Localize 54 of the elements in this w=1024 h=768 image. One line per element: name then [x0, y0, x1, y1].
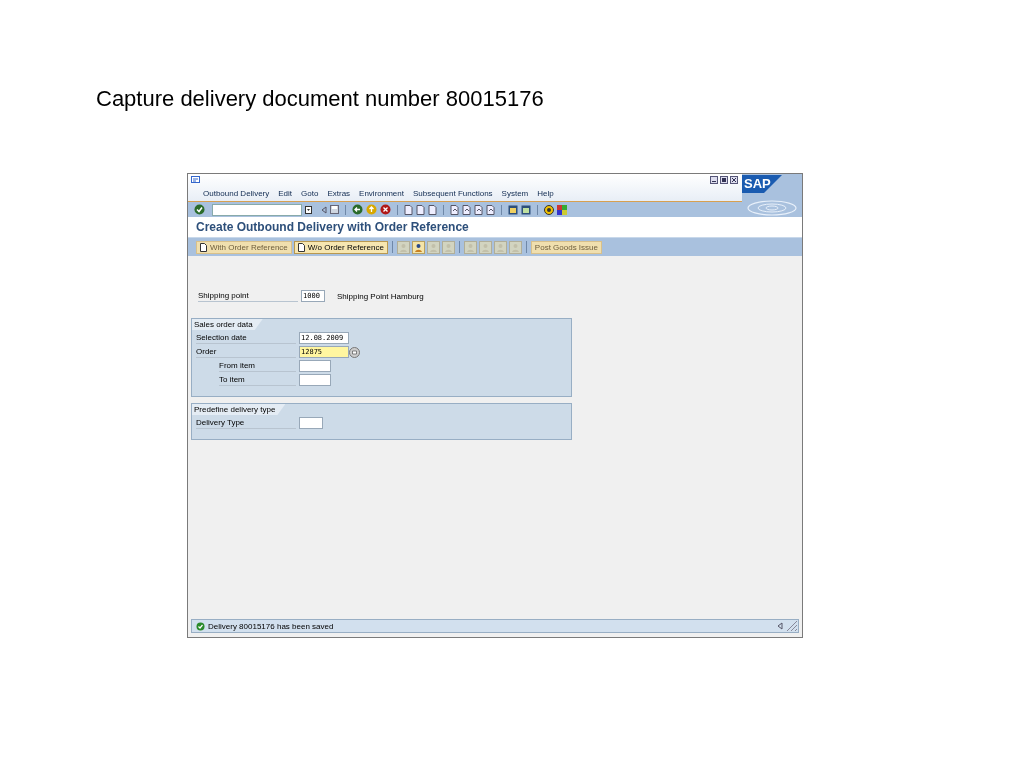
- group-title: Predefine delivery type: [192, 404, 286, 415]
- triangle-left-icon[interactable]: [321, 205, 327, 214]
- input-field[interactable]: [299, 417, 323, 429]
- page-icon[interactable]: [428, 204, 437, 215]
- input-field[interactable]: [299, 374, 331, 386]
- cancel-icon[interactable]: [380, 204, 391, 215]
- menu-item[interactable]: Goto: [301, 189, 319, 198]
- menu-item[interactable]: Extras: [327, 189, 351, 198]
- page-arrow-icon[interactable]: [450, 204, 459, 215]
- maximize-icon[interactable]: [720, 176, 728, 184]
- resize-grip-icon[interactable]: [786, 620, 798, 632]
- field-description: Shipping Point Hamburg: [337, 291, 424, 301]
- command-field[interactable]: [212, 203, 302, 216]
- system-menu-icon[interactable]: [191, 176, 201, 184]
- field-label: Selection date: [196, 332, 296, 344]
- menu-item[interactable]: System: [501, 189, 529, 198]
- field-label: To item: [219, 374, 296, 386]
- help-icon[interactable]: [544, 204, 554, 215]
- group-title: Sales order data: [192, 319, 263, 330]
- menu-item[interactable]: Environment: [359, 189, 404, 198]
- window-icon[interactable]: [521, 204, 531, 215]
- page-icon: [200, 242, 207, 252]
- menu-item[interactable]: Edit: [278, 189, 293, 198]
- logo: SAP: [742, 175, 782, 193]
- menu-item[interactable]: Outbound Delivery: [203, 189, 270, 198]
- field-label: From item: [219, 360, 296, 372]
- check-icon[interactable]: [194, 204, 205, 215]
- input-field[interactable]: [299, 360, 331, 372]
- search-help-icon[interactable]: [349, 346, 360, 358]
- slide-title: Capture delivery document number 80015176: [96, 86, 545, 112]
- dropdown-icon[interactable]: [305, 205, 312, 214]
- menu-item[interactable]: Help: [537, 189, 554, 198]
- page-icon[interactable]: [404, 204, 413, 215]
- back-arrow-icon[interactable]: [352, 204, 363, 215]
- page-icon: [297, 242, 305, 252]
- triangle-left-icon[interactable]: [777, 622, 783, 630]
- page-arrow-icon[interactable]: [474, 204, 483, 215]
- check-icon: [196, 621, 205, 631]
- close-icon[interactable]: [730, 176, 738, 184]
- image-button[interactable]: [411, 240, 425, 254]
- field-label: Shipping point: [198, 290, 298, 302]
- screen-title: Create Outbound Delivery with Order Reference: [196, 220, 469, 234]
- window-icon[interactable]: [508, 204, 518, 215]
- field-label: Delivery Type: [196, 417, 296, 429]
- page-icon[interactable]: [416, 204, 425, 215]
- status-message: Delivery 80015176 has been saved: [208, 621, 334, 631]
- page-arrow-icon[interactable]: [486, 204, 495, 215]
- minimize-icon[interactable]: [710, 176, 718, 184]
- page-arrow-icon[interactable]: [462, 204, 471, 215]
- palette-icon[interactable]: [557, 204, 567, 215]
- toolbar-button[interactable]: W/o Order Reference: [293, 240, 388, 254]
- field-label: Order: [196, 346, 296, 358]
- menu-item[interactable]: Subsequent Functions: [413, 189, 493, 198]
- save-icon[interactable]: [330, 205, 339, 214]
